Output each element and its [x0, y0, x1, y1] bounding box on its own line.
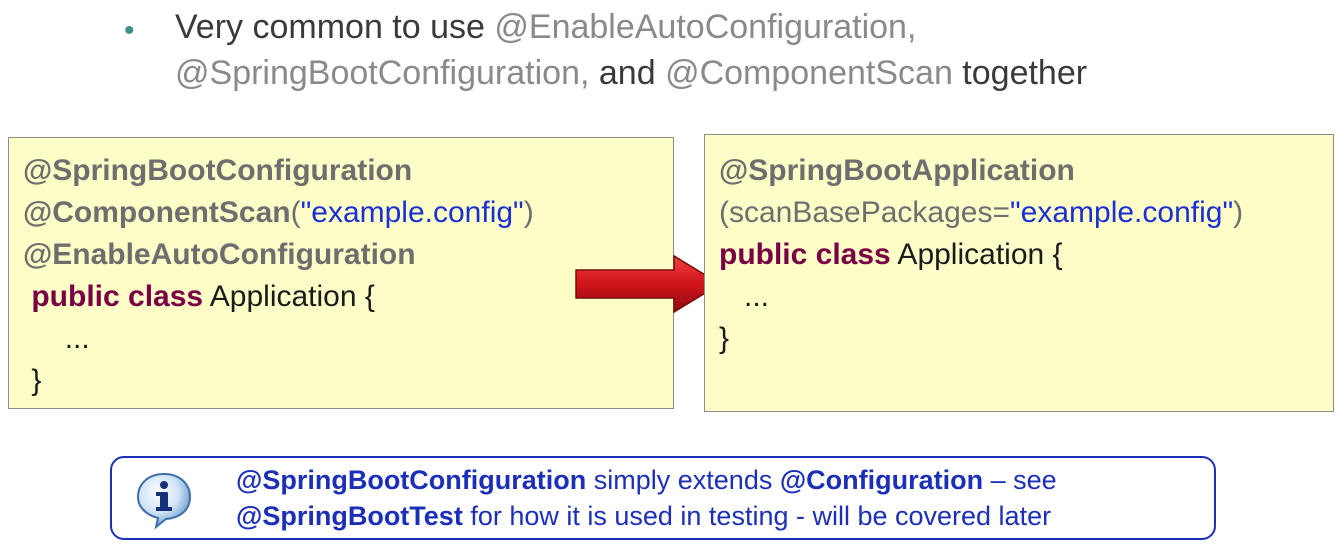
- info-callout: @SpringBootConfiguration simply extends …: [110, 456, 1216, 540]
- bullet-annotation-springbootconfig: @SpringBootConfiguration,: [175, 54, 590, 92]
- code-box-after: @SpringBootApplication (scanBasePackages=…: [704, 134, 1334, 412]
- info-bold-springboottest: @SpringBootTest: [236, 501, 463, 531]
- code-line: public class Application {: [719, 234, 1333, 276]
- code-line: }: [719, 318, 1333, 360]
- info-bold-springbootconfiguration: @SpringBootConfiguration: [236, 465, 587, 495]
- info-bold-configuration: @Configuration: [779, 465, 984, 495]
- closing-brace: }: [719, 322, 730, 355]
- closing-brace: }: [31, 364, 42, 397]
- bullet-line-1: Very common to use @EnableAutoConfigurat…: [175, 4, 1087, 50]
- code-ellipsis: ...: [64, 322, 90, 355]
- code-ellipsis: ...: [744, 280, 770, 313]
- class-declaration: Application {: [203, 280, 375, 313]
- string-literal: "example.config": [300, 196, 524, 229]
- bullet-line-2: @SpringBootConfiguration, and @Component…: [175, 50, 1087, 96]
- code-line: @SpringBootConfiguration: [23, 150, 673, 192]
- paren-open: (: [290, 196, 301, 229]
- info-line-1: @SpringBootConfiguration simply extends …: [236, 462, 1057, 498]
- code-line: (scanBasePackages="example.config"): [719, 192, 1333, 234]
- annotation-springbootconfiguration: @SpringBootConfiguration: [23, 154, 413, 187]
- annotation-componentscan: @ComponentScan: [23, 196, 291, 229]
- code-line: @SpringBootApplication: [719, 150, 1333, 192]
- bullet-line-2-together: together: [952, 54, 1088, 92]
- info-icon: [136, 472, 192, 530]
- code-line: }: [23, 360, 673, 402]
- info-text: @SpringBootConfiguration simply extends …: [236, 462, 1057, 534]
- bullet-line-1-text: Very common to use: [175, 8, 495, 46]
- annotation-enableautoconfiguration: @EnableAutoConfiguration: [23, 238, 416, 271]
- bullet-line-2-and: and: [589, 54, 666, 92]
- class-declaration: Application {: [890, 238, 1063, 271]
- right-arrow-icon: [575, 254, 722, 314]
- bullet-marker: •: [124, 14, 135, 47]
- code-line: @ComponentScan("example.config"): [23, 192, 673, 234]
- info-text-segment: – see: [983, 465, 1057, 495]
- keyword-public-class: public class: [719, 238, 891, 271]
- info-text-segment: simply extends: [586, 465, 780, 495]
- paren-close: ): [523, 196, 534, 229]
- paren-close: ): [1233, 196, 1244, 229]
- bullet-annotation-enableautoconfig: @EnableAutoConfiguration,: [494, 8, 917, 46]
- info-line-2: @SpringBootTest for how it is used in te…: [236, 498, 1057, 534]
- code-line: ...: [719, 276, 1333, 318]
- keyword-public-class: public class: [31, 280, 204, 313]
- scan-base-packages-param: (scanBasePackages=: [719, 196, 1011, 229]
- annotation-springbootapplication: @SpringBootApplication: [719, 154, 1075, 187]
- code-line: ...: [23, 318, 673, 360]
- string-literal: "example.config": [1010, 196, 1234, 229]
- info-text-segment: for how it is used in testing - will be …: [462, 501, 1052, 531]
- bullet-annotation-componentscan: @ComponentScan: [665, 54, 953, 92]
- bullet-text: Very common to use @EnableAutoConfigurat…: [175, 4, 1087, 96]
